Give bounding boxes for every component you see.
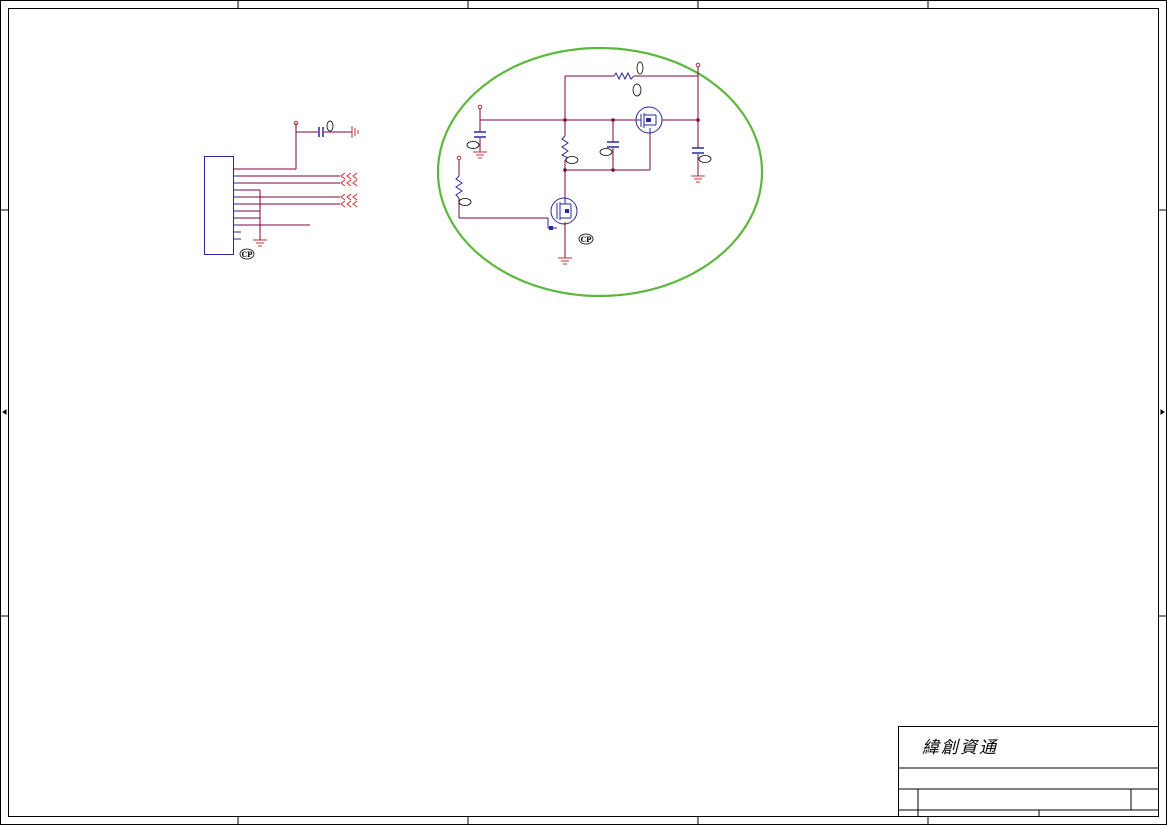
c-mid-tag (599, 148, 613, 156)
c4-tag (326, 120, 334, 132)
connector-block: CP (204, 120, 359, 260)
r-top-tag (636, 61, 644, 75)
r-top-value-tag (632, 83, 642, 97)
sheet-frame (0, 0, 1167, 825)
nmos-transistor (547, 197, 578, 230)
connector-ref-tag: CP (239, 248, 255, 260)
company-name: 緯創資通 (922, 738, 998, 758)
switch-circuit: CP (455, 61, 712, 265)
schematic-sheet: CP CP (0, 0, 1167, 825)
connector-ref: CP (242, 250, 254, 259)
r-gate-tag (458, 198, 472, 206)
c-input-tag (466, 141, 480, 149)
pmos-transistor (635, 106, 663, 134)
r-mid-tag (565, 156, 579, 164)
q-bottom-tag: CP (578, 233, 594, 245)
c-output-tag (698, 155, 712, 163)
highlight-ellipse (436, 46, 764, 298)
ground-symbol (253, 239, 267, 247)
q-bottom-ref: CP (581, 235, 593, 244)
